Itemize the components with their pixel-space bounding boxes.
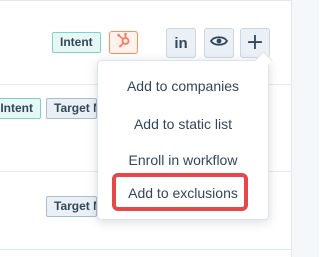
target-market-tag: Target Market: [46, 196, 97, 217]
row-divider: [0, 0, 291, 1]
intent-tag: Intent: [52, 32, 101, 53]
view-button[interactable]: [204, 28, 234, 58]
plus-icon: +: [245, 30, 265, 55]
menu-item-add-to-static-list[interactable]: Add to static list: [98, 116, 268, 132]
row-divider: [0, 249, 291, 250]
linkedin-button[interactable]: in: [166, 28, 196, 58]
menu-item-enroll-in-workflow[interactable]: Enroll in workflow: [98, 152, 268, 168]
eye-icon: [209, 34, 229, 52]
right-gutter: [291, 0, 319, 257]
linkedin-icon: in: [174, 34, 188, 52]
menu-item-add-to-exclusions[interactable]: Add to exclusions: [97, 185, 269, 201]
menu-item-add-to-companies[interactable]: Add to companies: [98, 78, 268, 94]
hubspot-button[interactable]: [109, 31, 138, 54]
target-market-tag: Target Market: [46, 98, 97, 119]
hubspot-sprocket-icon: [116, 32, 132, 53]
intent-tag: Intent: [0, 98, 41, 119]
